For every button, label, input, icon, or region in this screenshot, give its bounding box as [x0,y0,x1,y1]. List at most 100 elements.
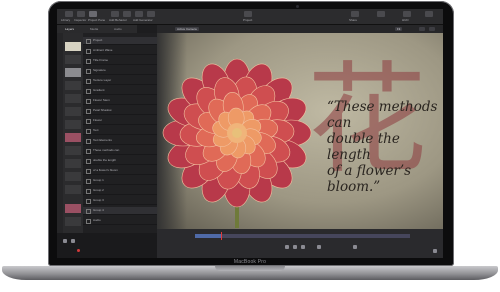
visibility-checkbox[interactable] [86,199,91,204]
add-layer-button[interactable] [63,239,67,243]
opacity-button[interactable] [425,11,433,17]
layer-row[interactable]: Flower Stem [83,97,157,105]
toolbar-label-share: Share [349,18,358,22]
visibility-checkbox[interactable] [86,179,91,184]
layer-row[interactable]: double the length [83,157,157,165]
loop-button[interactable] [317,245,321,249]
layer-row[interactable]: Group 1 [83,177,157,185]
render-options-button[interactable] [429,27,435,31]
add-generator-button[interactable] [135,11,143,17]
timeline-track[interactable] [195,234,410,238]
layer-row[interactable]: Audio [83,217,157,225]
view-options-button[interactable] [419,27,425,31]
app-window: Library Inspector Project Pane Add Behav… [57,9,443,258]
layer-row[interactable]: Petal Shadow [83,107,157,115]
go-to-start-button[interactable] [285,245,289,249]
visibility-checkbox[interactable] [86,109,91,114]
visibility-checkbox[interactable] [86,69,91,74]
quote-line: double the length [327,131,400,163]
layer-thumbnail[interactable] [65,133,81,142]
visibility-checkbox[interactable] [86,99,91,104]
layer-thumbnail[interactable] [65,42,81,51]
layer-name: Group 3 [93,198,104,202]
layer-thumbnail[interactable] [65,94,81,103]
layers-list: Project Ambient Wave Title Frame Signatu… [83,33,157,233]
layer-thumbnail[interactable] [65,81,81,90]
library-button[interactable] [65,11,73,17]
play-button[interactable] [293,245,297,249]
layer-row[interactable]: Project [83,37,157,45]
quote-line: “These methods can [327,99,438,131]
layer-row[interactable]: Group 3 [83,197,157,205]
visibility-checkbox[interactable] [86,89,91,94]
layer-thumbnail[interactable] [65,146,81,155]
layer-row[interactable]: Group 2 [83,187,157,195]
expand-timeline-icon[interactable] [433,249,437,253]
layer-thumbnail[interactable] [65,120,81,129]
camera-select[interactable]: Active Camera [175,27,199,31]
layer-row[interactable]: Text [83,127,157,135]
toolbar-label-generator: Add Generator [133,18,153,22]
add-animation-button[interactable] [147,11,155,17]
layer-name: Group 4 [93,208,104,212]
project-pane-button[interactable] [89,11,97,17]
layer-thumbnail[interactable] [65,159,81,168]
layer-row[interactable]: Gradient [83,87,157,95]
layer-name: Group 2 [93,188,104,192]
layer-thumbnail[interactable] [65,107,81,116]
visibility-checkbox[interactable] [86,139,91,144]
layer-row[interactable]: Flower [83,117,157,125]
visibility-checkbox[interactable] [86,149,91,154]
layer-name: Gradient [93,88,105,92]
layer-row[interactable]: Ambient Wave [83,47,157,55]
hud-button[interactable] [403,11,411,17]
layer-row[interactable]: Group 4 [83,207,157,215]
layer-name: Text Elements [93,138,112,142]
toolbar-label-project-pane: Project Pane [88,18,106,22]
layer-thumbnail[interactable] [65,204,81,213]
layer-row[interactable]: of a flower's bloom [83,167,157,175]
layer-thumbnail[interactable] [65,55,81,64]
project-title: Project [243,18,253,22]
visibility-checkbox[interactable] [86,159,91,164]
layer-thumbnail[interactable] [65,68,81,77]
layer-name: Flower Stem [93,98,110,102]
layer-name: Flower [93,118,103,122]
toolbar-label-inspector: Inspector [74,18,87,22]
layer-row[interactable]: Text Elements [83,137,157,145]
layer-row[interactable]: Title Frame [83,57,157,65]
visibility-checkbox[interactable] [86,119,91,124]
add-filter-button[interactable] [123,11,131,17]
visibility-checkbox[interactable] [86,209,91,214]
visibility-checkbox[interactable] [86,219,91,224]
layer-row[interactable]: These methods can [83,147,157,155]
layer-row[interactable]: Texture Layer [83,77,157,85]
playhead[interactable] [220,232,222,240]
visibility-checkbox[interactable] [86,169,91,174]
layer-thumbnail[interactable] [65,172,81,181]
zoom-select[interactable]: Fit [395,27,403,31]
visibility-checkbox[interactable] [86,129,91,134]
layer-thumbnail[interactable] [65,185,81,194]
visibility-checkbox[interactable] [86,189,91,194]
tab-layers[interactable]: Layers [65,27,74,31]
layer-thumbnail[interactable] [65,217,81,226]
visibility-checkbox[interactable] [86,39,91,44]
go-to-end-button[interactable] [301,245,305,249]
remove-layer-button[interactable] [71,239,75,243]
tab-media[interactable]: Media [90,27,98,31]
share-button[interactable] [351,11,359,17]
toolbar-label-hud: HUD [402,18,409,22]
add-behavior-button[interactable] [111,11,119,17]
canvas-viewer[interactable]: 花 “These methods can double the length o… [157,33,443,229]
visibility-checkbox[interactable] [86,79,91,84]
record-icon[interactable] [77,249,80,252]
layer-name: These methods can [93,148,120,152]
visibility-checkbox[interactable] [86,59,91,64]
inspector-button[interactable] [77,11,85,17]
transitions-button[interactable] [377,11,385,17]
mute-button[interactable] [353,245,357,249]
layer-row[interactable]: Signature [83,67,157,75]
visibility-checkbox[interactable] [86,49,91,54]
tab-audio[interactable]: Audio [114,27,122,31]
